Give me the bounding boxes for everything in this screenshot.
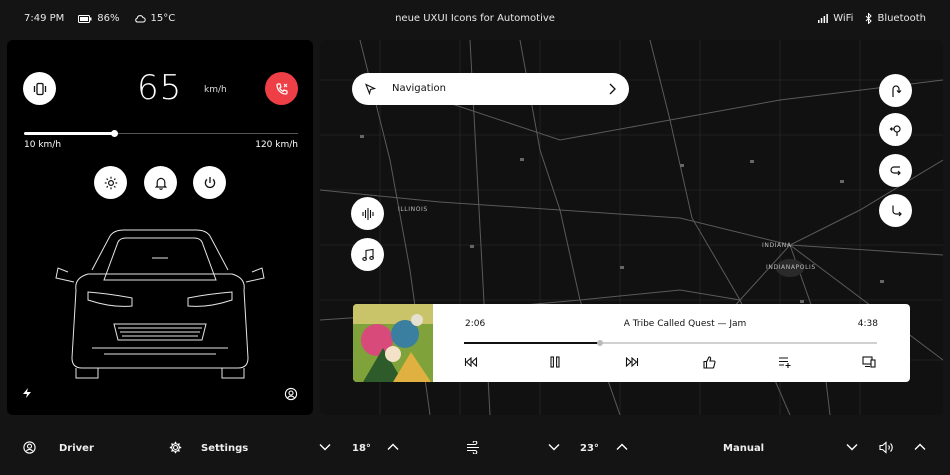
airflow-icon xyxy=(467,441,479,454)
voice-waveform-icon xyxy=(361,207,374,220)
progress-fill xyxy=(464,342,601,344)
gear-icon xyxy=(169,441,182,454)
navigation-label: Navigation xyxy=(392,83,446,94)
left-temperature: 18° xyxy=(352,443,371,454)
skip-back-icon xyxy=(464,357,478,367)
camera-view-icon[interactable] xyxy=(284,387,298,401)
range-min-label: 10 km/h xyxy=(24,140,62,150)
roundabout-icon xyxy=(889,124,901,136)
climate-mode-label[interactable]: Manual xyxy=(723,443,764,454)
brightness-button[interactable] xyxy=(94,166,127,199)
chevron-right-icon xyxy=(609,83,616,95)
vehicle-panel: 65 km/h 10 km/h 120 km/h xyxy=(7,40,313,415)
add-to-queue-button[interactable] xyxy=(777,354,793,370)
devices-icon xyxy=(862,356,876,368)
pause-icon xyxy=(550,356,560,368)
wifi-label: WiFi xyxy=(833,13,854,24)
map-label-state-2: INDIANA xyxy=(762,242,792,249)
driver-label[interactable]: Driver xyxy=(59,443,94,454)
album-art xyxy=(353,304,433,382)
left-temp-up-button[interactable] xyxy=(387,443,399,451)
map-view[interactable]: ILLINOIS INDIANA INDIANAPOLIS Navigation xyxy=(320,40,943,415)
media-player: 2:06 A Tribe Called Quest — Jam 4:38 xyxy=(353,304,910,382)
volume-up-button[interactable] xyxy=(914,443,926,451)
right-temperature: 23° xyxy=(580,443,599,454)
left-temp-down-button[interactable] xyxy=(319,443,331,451)
power-button[interactable] xyxy=(193,166,226,199)
chevron-down-icon xyxy=(548,444,560,451)
elapsed-time: 2:06 xyxy=(465,319,486,329)
driver-profile-button[interactable] xyxy=(23,441,36,454)
skip-forward-icon xyxy=(625,357,639,367)
map-label-city: INDIANAPOLIS xyxy=(766,264,816,271)
chevron-down-icon xyxy=(846,444,858,451)
right-turn-button[interactable] xyxy=(879,194,912,227)
u-turn-icon xyxy=(891,84,901,97)
charging-bolt-icon xyxy=(23,388,31,398)
chevron-up-icon xyxy=(616,443,628,450)
car-front-illustration xyxy=(55,229,265,379)
playback-progress-bar[interactable] xyxy=(464,340,877,346)
progress-handle[interactable] xyxy=(597,340,604,346)
bluetooth-icon xyxy=(866,13,873,24)
power-icon xyxy=(204,176,215,188)
speed-value: 65 xyxy=(137,68,183,108)
music-note-icon xyxy=(361,248,374,261)
voice-assistant-button[interactable] xyxy=(351,197,384,230)
bell-icon xyxy=(154,177,167,190)
fan-airflow-button[interactable] xyxy=(466,441,481,454)
app-title: neue UXUI Icons for Automotive xyxy=(395,13,555,24)
slider-handle[interactable] xyxy=(111,130,119,137)
chevron-up-icon xyxy=(914,443,926,450)
wifi-signal-icon xyxy=(818,14,829,23)
like-button[interactable] xyxy=(701,354,717,370)
end-call-button[interactable] xyxy=(265,72,298,105)
slider-fill xyxy=(24,132,115,135)
loop-turn-icon xyxy=(889,165,901,175)
notifications-button[interactable] xyxy=(144,166,177,199)
climate-control-bar: Driver Settings 18° 23° Manual xyxy=(0,421,950,475)
bluetooth-status[interactable]: Bluetooth xyxy=(865,13,926,24)
navigation-search-bar[interactable]: Navigation xyxy=(352,73,629,105)
roundabout-button[interactable] xyxy=(879,113,912,146)
vibrate-button[interactable] xyxy=(23,72,56,105)
speed-limit-slider[interactable] xyxy=(24,130,298,137)
map-label-state: ILLINOIS xyxy=(398,206,428,213)
track-title: A Tribe Called Quest — Jam xyxy=(623,319,747,329)
range-max-label: 120 km/h xyxy=(255,140,298,150)
right-temp-down-button[interactable] xyxy=(548,443,560,451)
navigation-arrow-icon xyxy=(364,83,376,95)
pause-button[interactable] xyxy=(547,354,563,370)
music-button[interactable] xyxy=(351,238,384,271)
chevron-down-icon xyxy=(319,444,331,451)
status-bar: 7:49 PM 86% 15°C neue UXUI Icons for Aut… xyxy=(0,0,950,38)
mode-dropdown-button[interactable] xyxy=(846,443,858,451)
wifi-status[interactable]: WiFi xyxy=(818,13,853,24)
chevron-up-icon xyxy=(387,443,399,450)
loop-turn-button[interactable] xyxy=(879,154,912,187)
u-turn-button[interactable] xyxy=(879,74,912,107)
phone-call-icon xyxy=(275,82,288,95)
settings-label[interactable]: Settings xyxy=(201,443,248,454)
user-profile-icon xyxy=(23,441,36,454)
sun-icon xyxy=(104,176,117,189)
speed-unit: km/h xyxy=(204,85,227,95)
turn-right-icon xyxy=(891,205,902,216)
output-device-button[interactable] xyxy=(861,354,877,370)
thumbs-up-icon xyxy=(702,355,716,369)
playlist-add-icon xyxy=(779,357,791,368)
right-temp-up-button[interactable] xyxy=(616,443,628,451)
previous-track-button[interactable] xyxy=(463,354,479,370)
bluetooth-label: Bluetooth xyxy=(877,13,926,24)
phone-vibrate-icon xyxy=(33,82,46,95)
settings-button[interactable] xyxy=(169,441,182,454)
track-duration: 4:38 xyxy=(857,319,878,329)
speaker-volume-icon xyxy=(879,441,893,454)
next-track-button[interactable] xyxy=(624,354,640,370)
volume-button[interactable] xyxy=(879,441,894,454)
